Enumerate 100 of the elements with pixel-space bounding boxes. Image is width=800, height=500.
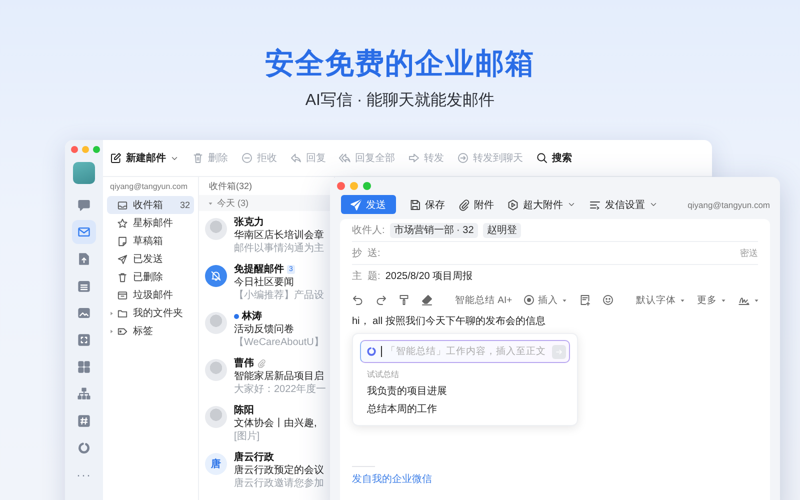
folder-item[interactable]: 草稿箱	[107, 232, 194, 250]
list-title: 收件箱(32)	[208, 180, 254, 193]
sender-name: 陈阳	[234, 404, 254, 417]
format-menu[interactable]: 更多	[697, 294, 728, 306]
folder-item[interactable]: 已发送	[107, 250, 194, 268]
avatar-placeholder	[205, 312, 227, 334]
mail-item[interactable]: 张克力 华南区店长培训会章 邮件以事情沟通为主	[199, 211, 334, 258]
tag-icon	[117, 326, 128, 336]
zoom-button[interactable]	[363, 182, 371, 190]
field-label: 收件人:	[352, 224, 385, 237]
recipient-chip[interactable]: 市场营销一部 · 32	[390, 222, 478, 238]
search-icon	[536, 152, 548, 164]
bell-slash-icon	[210, 270, 222, 282]
folder-item[interactable]: 已删除	[107, 268, 194, 286]
arrow-right-icon	[554, 346, 564, 356]
recipient-chip[interactable]: 赵明登	[482, 222, 521, 238]
field-label: 抄 送:	[352, 246, 380, 260]
avatar-placeholder	[73, 162, 95, 184]
mail-preview: [图片]	[234, 430, 261, 443]
format-button[interactable]	[421, 294, 433, 306]
zoom-button[interactable]	[93, 146, 100, 153]
close-button[interactable]	[71, 146, 78, 153]
search-button[interactable]: 搜索	[536, 149, 572, 167]
format-menu[interactable]: 默认字体	[636, 294, 686, 306]
send-icon	[350, 198, 362, 210]
calendar-icon	[77, 279, 91, 293]
play-hexagon-icon	[507, 198, 519, 210]
ai-prompt-field[interactable]: 「智能总结」工作内容，插入至正文	[360, 340, 570, 363]
redo-icon	[375, 294, 387, 306]
image-icon	[77, 306, 91, 320]
format-button[interactable]	[352, 294, 364, 306]
avatar-initial: 唐	[205, 453, 227, 475]
mail-preview: 唐云行政邀请您参加	[234, 477, 324, 490]
body-text: hi， all 按照我们今天下午聊的发布会的信息	[352, 314, 546, 329]
frame-icon	[77, 333, 91, 347]
toolbar-button[interactable]: 超大附件	[507, 195, 576, 214]
format-button[interactable]	[602, 294, 614, 306]
format-button[interactable]	[375, 294, 387, 306]
toolbar-button[interactable]: 发信设置	[589, 195, 658, 214]
inbox-icon	[117, 200, 128, 210]
mail-item[interactable]: 陈阳 文体协会丨由兴趣, [图片]	[199, 399, 334, 446]
avatar-placeholder	[205, 406, 227, 428]
box-icon	[117, 290, 128, 300]
folder-item[interactable]: 星标邮件	[107, 214, 194, 232]
org-chart-icon	[77, 387, 91, 401]
sender-name: 曹伟	[234, 357, 254, 370]
plus-circle-icon	[523, 294, 536, 306]
mail-preview: 大家好：2022年度一	[234, 383, 326, 396]
format-menu[interactable]: 插入	[523, 294, 568, 306]
hash-icon	[77, 414, 91, 428]
folder-item[interactable]: 收件箱 32	[107, 196, 194, 214]
close-button[interactable]	[337, 182, 345, 190]
reply-all-icon	[339, 152, 351, 164]
sidebar-item[interactable]	[72, 220, 96, 244]
suggestion-item[interactable]: 总结本周的工作	[360, 401, 570, 419]
mail-subject: 今日社区要闻	[234, 276, 295, 289]
format-button[interactable]	[398, 294, 410, 306]
subject-text: 2025/8/20 项目周报	[385, 270, 473, 283]
toolbar-button[interactable]: 保存	[409, 195, 445, 214]
toolbar-button[interactable]: 新建邮件	[110, 149, 179, 167]
document-icon	[77, 252, 91, 266]
prompt-input[interactable]: 「智能总结」工作内容，插入至正文	[386, 346, 548, 357]
send-button[interactable]: 发送	[341, 195, 396, 214]
reply-icon	[290, 152, 302, 164]
format-button[interactable]	[579, 294, 592, 306]
tagline: AI写信 · 能聊天就能发邮件	[305, 91, 495, 111]
minus-circle-icon	[241, 152, 253, 164]
signature-link[interactable]: 发自我的企业微信	[352, 472, 758, 486]
paperclip-icon	[458, 198, 470, 210]
sender-email: qiyang@tangyun.com	[688, 200, 770, 210]
unread-count: 32	[180, 200, 190, 210]
sender-name: 张克力	[234, 216, 264, 229]
trash-icon	[192, 152, 204, 164]
forward-icon	[408, 152, 420, 164]
mail-item[interactable]: 唐 唐云行政 唐云行政预定的会议 唐云行政邀请您参加	[199, 446, 334, 493]
mail-item[interactable]: 林涛 活动反馈问卷 【WeCareAboutU】	[199, 305, 334, 352]
mail-item[interactable]: 曹伟 智能家居新品项目启 大家好：2022年度一	[199, 352, 334, 399]
mail-subject: 文体协会丨由兴趣,	[234, 417, 317, 430]
toolbar-button[interactable]: 附件	[458, 195, 494, 214]
arrow-circle-icon	[457, 152, 469, 164]
save-icon	[409, 198, 421, 210]
folder-item[interactable]: 标签	[107, 322, 194, 340]
suggestion-item[interactable]: 我负责的项目进展	[360, 383, 570, 401]
undo-icon	[352, 294, 364, 306]
mail-subject: 华南区店长培训会章	[234, 229, 324, 242]
emoji-icon	[602, 294, 614, 306]
note-icon	[579, 294, 592, 306]
format-painter-icon	[398, 294, 410, 306]
field-label: 主 题:	[352, 270, 380, 283]
ring-icon	[77, 441, 91, 455]
account-email: qiyang@tangyun.com	[109, 182, 188, 193]
paper-plane-icon	[117, 254, 128, 264]
compose-icon	[110, 152, 122, 164]
sender-name: 免提醒邮件	[234, 263, 284, 276]
folder-item[interactable]: 我的文件夹	[107, 304, 194, 322]
text-cursor	[381, 346, 382, 357]
format-menu[interactable]: 智能总结 AI+	[455, 294, 512, 306]
folder-item[interactable]: 垃圾邮件	[107, 286, 194, 304]
mail-preview: 【小编推荐】产品设	[234, 289, 324, 302]
ring-icon	[366, 346, 377, 357]
